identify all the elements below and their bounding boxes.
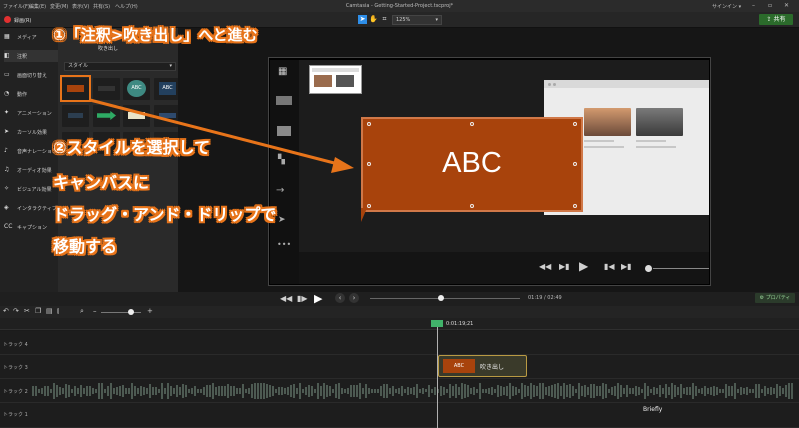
step2-annotation-line4: 移動する — [53, 237, 118, 256]
step1-annotation: ①「注釈>吹き出し」へと進む — [53, 26, 258, 44]
step2-annotation-line1: ②スタイルを選択して — [53, 138, 211, 157]
step2-annotation-line3: ドラッグ・アンド・ドリップで — [53, 205, 277, 224]
camtasia-window: ファイル(F) 編集(E) 変更(M) 表示(V) 共有(S) ヘルプ(H) C… — [0, 0, 799, 428]
step2-annotation-line2: キャンバスに — [53, 173, 150, 192]
